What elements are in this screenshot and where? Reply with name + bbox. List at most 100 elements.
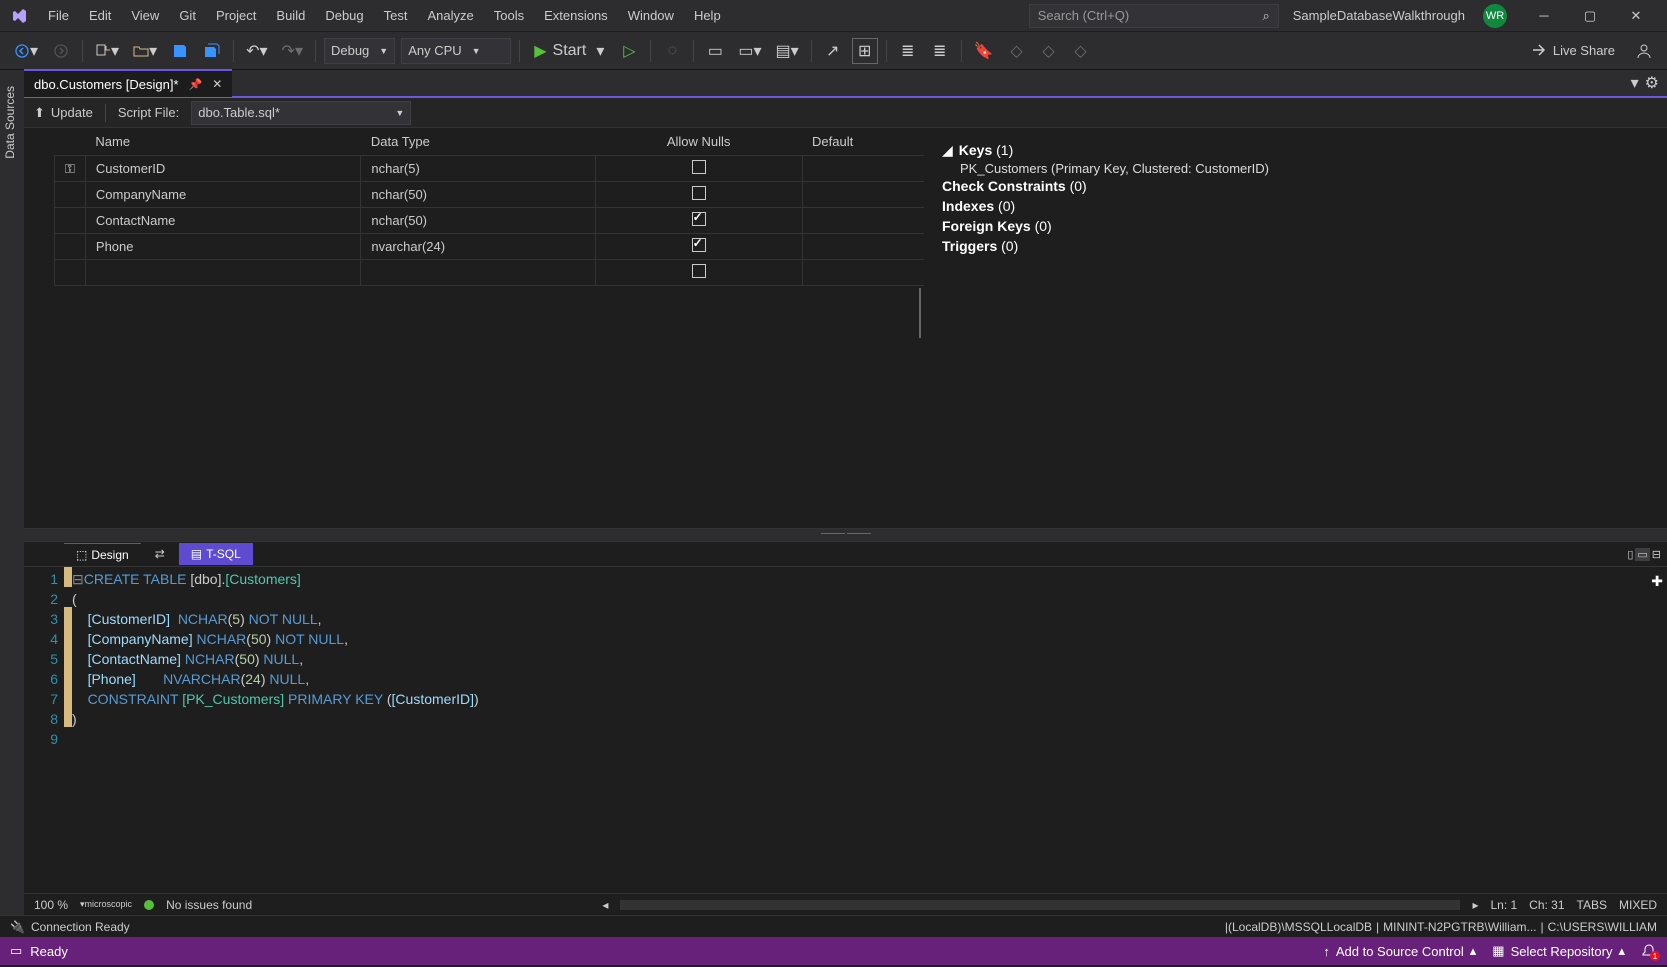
tb-icon-3[interactable]: ▭▾ xyxy=(734,38,765,64)
data-sources-tab[interactable]: Data Sources xyxy=(0,76,20,169)
output-icon[interactable]: ▭ xyxy=(10,943,22,959)
script-file-combo[interactable]: dbo.Table.sql* ▼ xyxy=(191,101,411,125)
line-indicator: Ln: 1 xyxy=(1490,898,1517,912)
swap-icon[interactable]: ⇄ xyxy=(143,543,177,565)
tb-icon-2[interactable]: ▭ xyxy=(702,38,728,64)
bookmark-icon[interactable]: 🔖 xyxy=(970,38,998,64)
account-icon[interactable] xyxy=(1631,38,1657,64)
table-row-new[interactable] xyxy=(55,260,925,286)
col-name-header[interactable]: Name xyxy=(85,128,360,156)
col-type-header[interactable]: Data Type xyxy=(361,128,595,156)
config-dropdown[interactable]: Debug▼ xyxy=(324,38,395,64)
tb-icon-7[interactable]: ≣ xyxy=(895,38,921,64)
add-line-icon[interactable]: ✚ xyxy=(1651,571,1663,591)
tabs-indicator: TABS xyxy=(1577,898,1607,912)
solution-name: SampleDatabaseWalkthrough xyxy=(1293,8,1465,23)
ok-icon xyxy=(144,900,154,910)
table-row[interactable]: ⚿CustomerIDnchar(5) xyxy=(55,156,925,182)
search-placeholder: Search (Ctrl+Q) xyxy=(1038,8,1129,23)
open-button[interactable]: ▾ xyxy=(129,38,161,64)
nav-fwd-button[interactable] xyxy=(48,38,74,64)
redo-button[interactable]: ↷▾ xyxy=(278,38,307,64)
save-all-button[interactable] xyxy=(199,38,225,64)
sql-status-bar: 100 %▾microscopic No issues found ◂▸ Ln:… xyxy=(24,893,1667,915)
split-view-icon-3[interactable]: ⊟ xyxy=(1652,548,1661,561)
menu-view[interactable]: View xyxy=(121,0,169,32)
platform-dropdown[interactable]: Any CPU▼ xyxy=(401,38,511,64)
tb-icon-9[interactable]: ◇ xyxy=(1004,38,1030,64)
save-button[interactable] xyxy=(167,38,193,64)
menu-debug[interactable]: Debug xyxy=(315,0,373,32)
start-no-debug-button[interactable]: ▷ xyxy=(616,38,642,64)
menu-git[interactable]: Git xyxy=(169,0,206,32)
menu-build[interactable]: Build xyxy=(266,0,315,32)
new-item-button[interactable]: ▾ xyxy=(91,38,123,64)
split-view-icon-1[interactable]: ▯ xyxy=(1627,548,1633,561)
tb-icon-6[interactable]: ⊞ xyxy=(852,38,878,64)
menu-window[interactable]: Window xyxy=(618,0,684,32)
tb-icon-4[interactable]: ▤▾ xyxy=(772,38,803,64)
pk-item[interactable]: PK_Customers (Primary Key, Clustered: Cu… xyxy=(960,161,1649,176)
side-tab-well: Data Sources xyxy=(0,70,24,915)
menu-edit[interactable]: Edit xyxy=(79,0,121,32)
table-row[interactable]: CompanyNamenchar(50) xyxy=(55,182,925,208)
tb-icon-5[interactable]: ↗ xyxy=(820,38,846,64)
split-view-icon-2[interactable]: ▭ xyxy=(1635,548,1649,561)
maximize-button[interactable]: ▢ xyxy=(1567,0,1613,32)
tb-icon-10[interactable]: ◇ xyxy=(1036,38,1062,64)
doc-tab-customers[interactable]: dbo.Customers [Design]* 📌 ✕ xyxy=(24,69,232,97)
nav-back-button[interactable]: ▾ xyxy=(10,38,42,64)
zoom-level[interactable]: 100 % xyxy=(34,898,68,912)
tsql-tab[interactable]: ▤T-SQL xyxy=(179,543,253,565)
tab-close-icon[interactable]: ✕ xyxy=(212,77,222,91)
expand-icon[interactable]: ◢ xyxy=(942,142,953,158)
minimize-button[interactable]: ─ xyxy=(1521,0,1567,32)
source-control-button[interactable]: ↑ Add to Source Control ▴ xyxy=(1323,943,1476,959)
col-nulls-header[interactable]: Allow Nulls xyxy=(595,128,802,156)
connection-status-bar: 🔌 Connection Ready | (LocalDB)\MSSQLLoca… xyxy=(0,915,1667,937)
path-label: C:\USERS\WILLIAM xyxy=(1548,920,1657,934)
menu-help[interactable]: Help xyxy=(684,0,731,32)
code-editor[interactable]: 123456789 ⊟CREATE TABLE [dbo].[Customers… xyxy=(24,566,1667,893)
vertical-splitter[interactable] xyxy=(919,288,921,338)
tb-icon-8[interactable]: ≣ xyxy=(927,38,953,64)
designer-toolbar: ⬆ Update Script File: dbo.Table.sql* ▼ xyxy=(24,98,1667,128)
user-label: MININT-N2PGTRB\William... xyxy=(1383,920,1536,934)
table-row[interactable]: ContactNamenchar(50) xyxy=(55,208,925,234)
h-scrollbar[interactable] xyxy=(620,900,1460,910)
script-file-label: Script File: xyxy=(118,105,179,120)
search-box[interactable]: Search (Ctrl+Q) ⌕ xyxy=(1029,4,1279,28)
search-icon: ⌕ xyxy=(1262,8,1269,24)
tab-dropdown-icon[interactable]: ▾ xyxy=(1631,73,1639,93)
update-button[interactable]: ⬆ Update xyxy=(34,105,93,121)
notifications-button[interactable]: 1 xyxy=(1641,943,1657,959)
col-default-header[interactable]: Default xyxy=(802,128,924,156)
repo-button[interactable]: ▦ Select Repository ▴ xyxy=(1492,943,1625,959)
connection-label: Connection Ready xyxy=(31,920,130,934)
connection-icon: 🔌 xyxy=(10,920,25,934)
horizontal-splitter[interactable] xyxy=(24,528,1667,542)
designer-tab-strip: ⬚Design ⇄ ▤T-SQL ▯ ▭ ⊟ xyxy=(24,542,1667,566)
menu-project[interactable]: Project xyxy=(206,0,266,32)
menu-file[interactable]: File xyxy=(38,0,79,32)
pin-icon[interactable]: 📌 xyxy=(189,78,203,91)
live-share-button[interactable]: Live Share xyxy=(1531,43,1615,59)
start-button[interactable]: ▶Start▾ xyxy=(528,38,610,64)
menu-tools[interactable]: Tools xyxy=(484,0,534,32)
vs-logo xyxy=(8,5,30,27)
menu-test[interactable]: Test xyxy=(374,0,418,32)
table-row[interactable]: Phonenvarchar(24) xyxy=(55,234,925,260)
undo-button[interactable]: ↶▾ xyxy=(242,38,271,64)
columns-grid[interactable]: Name Data Type Allow Nulls Default ⚿Cust… xyxy=(54,128,924,286)
tb-icon-1[interactable]: ◌ xyxy=(659,38,685,64)
tb-icon-11[interactable]: ◇ xyxy=(1068,38,1094,64)
main-status-bar: ▭ Ready ↑ Add to Source Control ▴ ▦ Sele… xyxy=(0,937,1667,965)
issues-label: No issues found xyxy=(166,898,252,912)
user-badge[interactable]: WR xyxy=(1483,4,1507,28)
tab-gear-icon[interactable]: ⚙ xyxy=(1645,73,1659,93)
menu-extensions[interactable]: Extensions xyxy=(534,0,618,32)
ready-label: Ready xyxy=(30,944,68,959)
design-tab[interactable]: ⬚Design xyxy=(64,543,141,565)
close-button[interactable]: ✕ xyxy=(1613,0,1659,32)
menu-analyze[interactable]: Analyze xyxy=(417,0,483,32)
